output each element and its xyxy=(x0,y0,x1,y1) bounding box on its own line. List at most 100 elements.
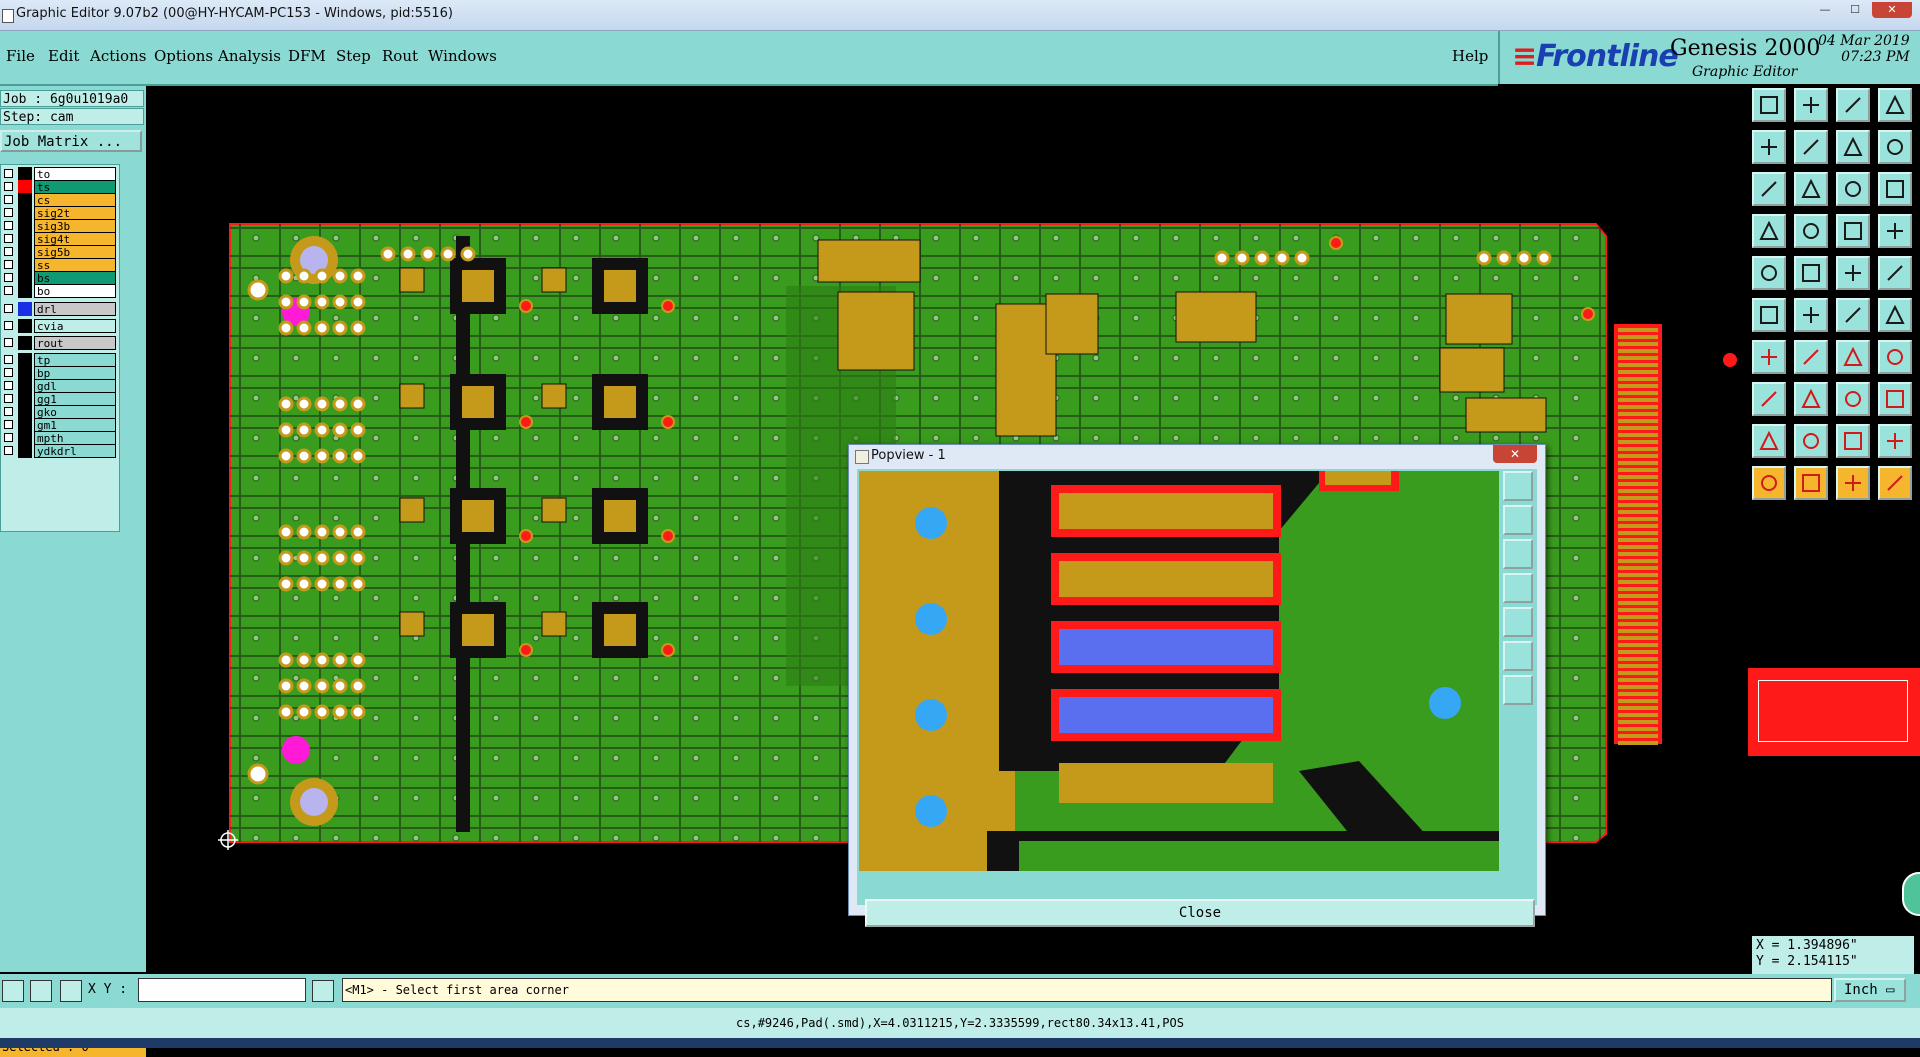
layer-color-swatch[interactable] xyxy=(18,302,32,316)
layer-row[interactable]: gdl xyxy=(1,379,119,393)
layer-checkbox[interactable] xyxy=(4,407,13,416)
layer-color-swatch[interactable] xyxy=(18,353,32,367)
tool-button[interactable] xyxy=(1836,88,1870,122)
layer-row[interactable]: gg1 xyxy=(1,392,119,406)
layer-checkbox[interactable] xyxy=(4,433,13,442)
tool-button[interactable] xyxy=(1752,466,1786,500)
layer-checkbox[interactable] xyxy=(4,321,13,330)
layer-color-swatch[interactable] xyxy=(18,167,32,181)
tool-button[interactable] xyxy=(1836,298,1870,332)
tool-button[interactable] xyxy=(1836,466,1870,500)
menu-help[interactable]: Help xyxy=(1452,47,1488,65)
tool-button[interactable] xyxy=(1752,340,1786,374)
layer-checkbox[interactable] xyxy=(4,446,13,455)
layer-checkbox[interactable] xyxy=(4,304,13,313)
layer-row[interactable]: bp xyxy=(1,366,119,380)
menu-file[interactable]: File xyxy=(6,47,35,65)
tool-button[interactable] xyxy=(1794,256,1828,290)
side-bubble[interactable] xyxy=(1902,872,1920,916)
tool-button[interactable] xyxy=(1836,256,1870,290)
layer-name[interactable]: gko xyxy=(34,405,116,419)
layer-color-swatch[interactable] xyxy=(18,232,32,246)
tool-button[interactable] xyxy=(1752,382,1786,416)
xy-input[interactable] xyxy=(138,978,306,1002)
layer-name[interactable]: to xyxy=(34,167,116,181)
layer-checkbox[interactable] xyxy=(4,273,13,282)
layer-color-swatch[interactable] xyxy=(18,284,32,298)
tool-button[interactable] xyxy=(1794,298,1828,332)
layer-color-swatch[interactable] xyxy=(18,245,32,259)
job-matrix-button[interactable]: Job Matrix ... xyxy=(0,130,142,152)
tool-button[interactable] xyxy=(1878,340,1912,374)
tool-button[interactable] xyxy=(1836,214,1870,248)
menu-edit[interactable]: Edit xyxy=(48,47,79,65)
tool-button[interactable] xyxy=(1752,214,1786,248)
layer-row[interactable]: gko xyxy=(1,405,119,419)
layer-color-swatch[interactable] xyxy=(18,405,32,419)
layer-checkbox[interactable] xyxy=(4,394,13,403)
layer-name[interactable]: ts xyxy=(34,180,116,194)
tool-button[interactable] xyxy=(1878,130,1912,164)
measure-icon[interactable] xyxy=(30,980,52,1002)
layer-row[interactable]: sig2t xyxy=(1,206,119,220)
minimize-button[interactable]: — xyxy=(1812,2,1838,18)
info-icon[interactable] xyxy=(312,980,334,1002)
tool-button[interactable] xyxy=(1752,298,1786,332)
grid-icon[interactable] xyxy=(60,980,82,1002)
tool-button[interactable] xyxy=(1878,298,1912,332)
layer-color-swatch[interactable] xyxy=(18,418,32,432)
layer-row[interactable]: bo xyxy=(1,284,119,298)
layer-checkbox[interactable] xyxy=(4,260,13,269)
layer-checkbox[interactable] xyxy=(4,208,13,217)
maximize-button[interactable]: ☐ xyxy=(1842,2,1868,18)
layer-name[interactable]: ydkdrl xyxy=(34,444,116,458)
layer-color-swatch[interactable] xyxy=(18,258,32,272)
tool-button[interactable] xyxy=(1752,88,1786,122)
menu-actions[interactable]: Actions xyxy=(90,47,146,65)
popview-close-button[interactable]: Close xyxy=(865,899,1535,927)
tool-button[interactable] xyxy=(1878,214,1912,248)
layer-color-swatch[interactable] xyxy=(18,379,32,393)
tool-button[interactable] xyxy=(1836,382,1870,416)
pop-zoom-fit-button[interactable] xyxy=(1503,471,1533,501)
layer-name[interactable]: sig5b xyxy=(34,245,116,259)
layer-row[interactable]: to xyxy=(1,167,119,181)
tool-button[interactable] xyxy=(1794,340,1828,374)
tool-button[interactable] xyxy=(1878,256,1912,290)
tool-button[interactable] xyxy=(1794,466,1828,500)
menu-rout[interactable]: Rout xyxy=(382,47,418,65)
layer-name[interactable]: cs xyxy=(34,193,116,207)
tool-button[interactable] xyxy=(1878,424,1912,458)
tool-button[interactable] xyxy=(1752,424,1786,458)
layer-color-swatch[interactable] xyxy=(18,219,32,233)
layer-name[interactable]: cvia xyxy=(34,319,116,333)
layer-color-swatch[interactable] xyxy=(18,444,32,458)
tool-button[interactable] xyxy=(1878,382,1912,416)
tool-button[interactable] xyxy=(1794,424,1828,458)
layer-checkbox[interactable] xyxy=(4,169,13,178)
pop-pan-up-button[interactable] xyxy=(1503,505,1533,535)
layer-name[interactable]: gg1 xyxy=(34,392,116,406)
layer-color-swatch[interactable] xyxy=(18,206,32,220)
pop-pan-left-button[interactable] xyxy=(1503,573,1533,603)
tool-button[interactable] xyxy=(1836,130,1870,164)
close-window-button[interactable]: ✕ xyxy=(1872,2,1912,18)
layer-row[interactable]: mpth xyxy=(1,431,119,445)
layer-checkbox[interactable] xyxy=(4,420,13,429)
layer-checkbox[interactable] xyxy=(4,247,13,256)
menu-windows[interactable]: Windows xyxy=(428,47,497,65)
tool-button[interactable] xyxy=(1752,130,1786,164)
tool-button[interactable] xyxy=(1794,214,1828,248)
tool-button[interactable] xyxy=(1794,382,1828,416)
pop-pan-right-button[interactable] xyxy=(1503,607,1533,637)
layer-color-swatch[interactable] xyxy=(18,431,32,445)
menu-analysis[interactable]: Analysis xyxy=(218,47,281,65)
layer-row[interactable]: cs xyxy=(1,193,119,207)
tool-button[interactable] xyxy=(1836,340,1870,374)
layer-name[interactable]: rout xyxy=(34,336,116,350)
layer-checkbox[interactable] xyxy=(4,381,13,390)
layer-color-swatch[interactable] xyxy=(18,366,32,380)
layer-checkbox[interactable] xyxy=(4,195,13,204)
tool-button[interactable] xyxy=(1794,172,1828,206)
tool-button[interactable] xyxy=(1794,88,1828,122)
